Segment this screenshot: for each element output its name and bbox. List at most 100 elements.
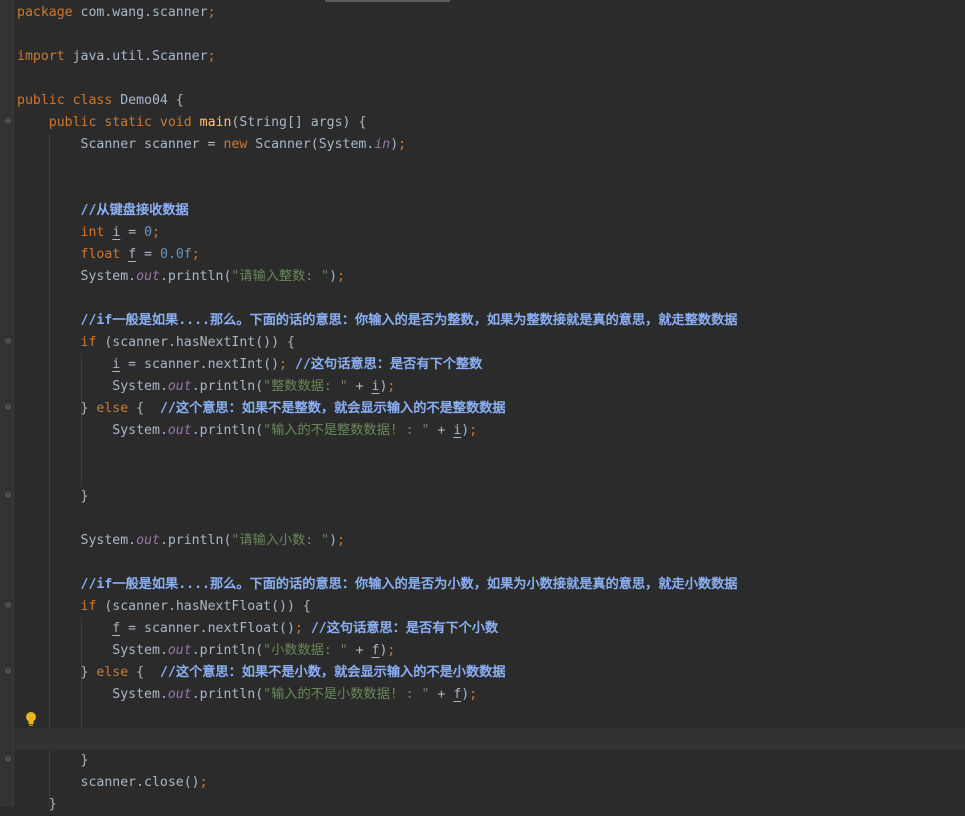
code-keyword: new	[223, 137, 248, 152]
code-variable: f	[128, 247, 137, 262]
code-line[interactable]: import java.util.Scanner;	[17, 46, 216, 68]
code-line[interactable]: f = scanner.nextFloat(); //这句话意思：是否有下个小数	[17, 618, 498, 640]
code-token: )	[329, 533, 338, 548]
code-keyword: import	[17, 49, 65, 64]
code-token: .println(	[191, 687, 264, 702]
code-static-field: out	[136, 533, 160, 548]
code-keyword: public class	[17, 93, 113, 108]
code-line[interactable]: //if一般是如果....那么。下面的话的意思：你输入的是否为整数，如果为整数接…	[17, 310, 738, 332]
code-token: Scanner(System.	[247, 137, 375, 152]
code-comment: //if一般是如果....那么。下面的话的意思：你输入的是否为整数，如果为整数接…	[80, 313, 738, 328]
code-keyword: package	[17, 5, 73, 20]
code-keyword: ;	[337, 533, 345, 548]
code-keyword: if	[80, 335, 97, 350]
code-string: "请输入整数: "	[231, 269, 330, 284]
code-token: .println(	[159, 269, 232, 284]
code-string: "输入的不是整数数据! : "	[263, 423, 430, 438]
code-line[interactable]: } else { //这个意思：如果不是整数，就会显示输入的不是整数数据	[17, 398, 506, 420]
fold-icon[interactable]: ⊖	[5, 600, 14, 611]
code-keyword: ;	[207, 49, 216, 64]
code-line[interactable]: System.out.println("输入的不是小数数据! : " + f);	[17, 684, 477, 706]
code-line[interactable]: } else { //这个意思：如果不是小数，就会显示输入的不是小数数据	[17, 662, 506, 684]
code-token: +	[429, 687, 454, 702]
code-keyword: ;	[199, 775, 208, 790]
current-line-highlight	[14, 728, 965, 750]
code-line[interactable]: //从键盘接收数据	[17, 200, 189, 222]
code-line[interactable]: public static void main(String[] args) {	[17, 112, 367, 134]
code-token: +	[347, 643, 372, 658]
code-token: }	[17, 797, 57, 812]
code-line[interactable]: }	[17, 750, 89, 772]
code-line[interactable]: }	[17, 486, 89, 508]
code-token: Scanner scanner =	[17, 137, 224, 152]
code-keyword: ;	[398, 137, 407, 152]
code-token: System.	[17, 643, 168, 658]
fold-icon[interactable]: ⊖	[5, 116, 14, 127]
code-static-field: in	[374, 137, 391, 152]
code-comment: //这句话意思：是否有下个整数	[294, 357, 483, 372]
code-line[interactable]: scanner.close();	[17, 772, 208, 794]
code-line[interactable]: Scanner scanner = new Scanner(System.in)…	[17, 134, 407, 156]
code-token: (String[] args) {	[231, 115, 367, 130]
horizontal-scrollbar-thumb[interactable]	[325, 0, 450, 2]
code-line[interactable]: float f = 0.0f;	[17, 244, 200, 266]
code-number: 0	[144, 225, 153, 240]
fold-icon[interactable]: ⊖	[5, 490, 14, 501]
code-line[interactable]: System.out.println("小数数据: " + f);	[17, 640, 395, 662]
code-keyword: ;	[294, 621, 303, 636]
code-keyword: ;	[191, 247, 200, 262]
code-string: "整数数据: "	[263, 379, 348, 394]
code-token: = scanner.nextFloat()	[120, 621, 295, 636]
code-comment: //从键盘接收数据	[80, 203, 189, 218]
code-token: System.	[17, 379, 168, 394]
code-keyword: ;	[337, 269, 345, 284]
code-static-field: out	[167, 379, 192, 394]
code-token: {	[128, 401, 160, 416]
code-string: "请输入小数: "	[231, 533, 330, 548]
code-token: }	[17, 753, 89, 768]
code-token: +	[347, 379, 372, 394]
code-line[interactable]: if (scanner.hasNextFloat()) {	[17, 596, 311, 618]
code-token: scanner.close()	[17, 775, 200, 790]
code-line[interactable]: //if一般是如果....那么。下面的话的意思：你输入的是否为小数，如果为小数接…	[17, 574, 738, 596]
code-line[interactable]: if (scanner.hasNextInt()) {	[17, 332, 295, 354]
fold-icon[interactable]: ⊖	[5, 754, 14, 765]
code-keyword: public static void	[48, 115, 192, 130]
code-token: = scanner.nextInt()	[120, 357, 280, 372]
code-token: System.	[17, 423, 168, 438]
code-line[interactable]: System.out.println("整数数据: " + i);	[17, 376, 395, 398]
code-token: =	[120, 225, 145, 240]
code-token: )	[390, 137, 399, 152]
code-line[interactable]: public class Demo04 {	[17, 90, 184, 112]
code-token: =	[136, 247, 160, 262]
lightbulb-icon[interactable]	[24, 711, 38, 727]
code-keyword: ;	[387, 643, 396, 658]
code-line[interactable]: System.out.println("请输入整数: ");	[17, 266, 345, 288]
code-token: .println(	[191, 643, 264, 658]
code-line[interactable]: int i = 0;	[17, 222, 160, 244]
code-method-name: main	[199, 115, 232, 130]
code-line[interactable]: i = scanner.nextInt(); //这句话意思：是否有下个整数	[17, 354, 482, 376]
code-line[interactable]: System.out.println("输入的不是整数数据! : " + i);	[17, 420, 477, 442]
code-token: }	[17, 401, 97, 416]
code-line[interactable]: System.out.println("请输入小数: ");	[17, 530, 345, 552]
code-editor[interactable]: ⊖ ⊖ ⊖ ⊖ ⊖ ⊖ ⊖ package com.wang.scanner; i…	[0, 0, 965, 812]
code-keyword: ;	[279, 357, 287, 372]
fold-icon[interactable]: ⊖	[5, 336, 14, 347]
code-keyword: else	[96, 665, 129, 680]
code-line[interactable]: package com.wang.scanner;	[17, 2, 216, 24]
code-token: com.wang.scanner	[72, 5, 208, 20]
fold-icon[interactable]: ⊖	[5, 402, 14, 413]
code-line[interactable]: }	[17, 794, 57, 816]
fold-icon[interactable]: ⊖	[5, 666, 14, 677]
code-token: }	[17, 665, 97, 680]
code-token: System.	[17, 533, 137, 548]
